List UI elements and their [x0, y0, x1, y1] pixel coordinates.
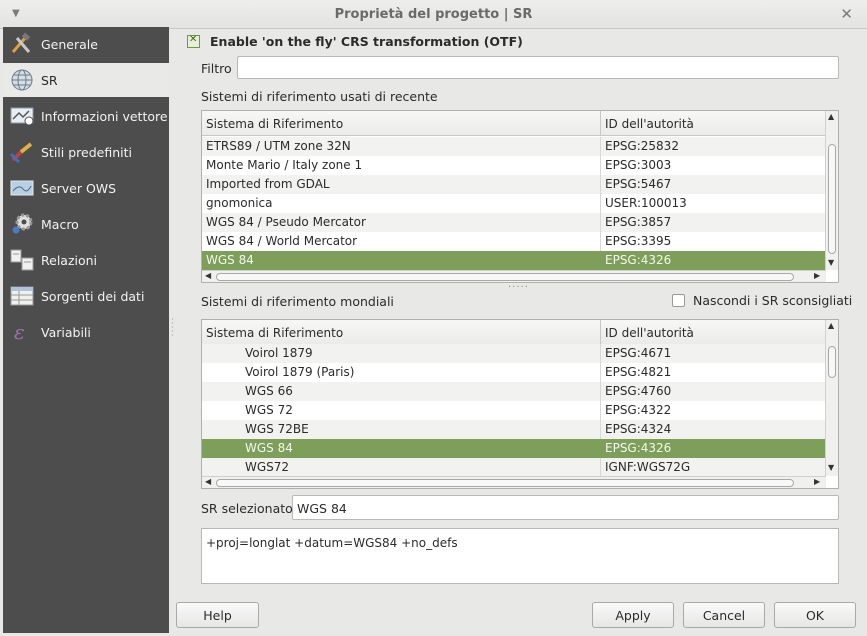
sidebar-item-stili-predefiniti[interactable]: Stili predefiniti	[3, 135, 169, 169]
table-row[interactable]: WGS 84 / Pseudo Mercator EPSG:3857	[202, 213, 826, 232]
gear-icon	[9, 212, 35, 236]
close-icon[interactable]: ✕	[840, 5, 853, 23]
recent-crs-table[interactable]: Sistema di Riferimento ID dell'autorità …	[201, 110, 839, 283]
recent-crs-title: Sistemi di riferimento usati di recente	[201, 89, 438, 104]
sidebar-item-label: Server OWS	[41, 180, 117, 196]
scrollbar-thumb[interactable]	[828, 144, 836, 254]
scroll-right-icon[interactable]: ▶	[814, 271, 820, 280]
sidebar-item-label: Relazioni	[41, 252, 98, 268]
sidebar-item-label: SR	[41, 72, 58, 88]
world-crs-table[interactable]: Sistema di Riferimento ID dell'autorità …	[201, 319, 839, 489]
column-header-authority[interactable]: ID dell'autorità	[605, 326, 694, 340]
scrollbar-thumb[interactable]	[828, 346, 836, 378]
map-info-icon	[9, 104, 35, 128]
table-row[interactable]: WGS72 IGNF:WGS72G	[202, 458, 826, 477]
sidebar-item-informazioni-vettore[interactable]: Informazioni vettore	[3, 99, 169, 133]
sidebar-item-sr[interactable]: SR	[3, 63, 169, 97]
table-row[interactable]: WGS 72BE EPSG:4324	[202, 420, 826, 439]
table-row[interactable]: Monte Mario / Italy zone 1 EPSG:3003	[202, 156, 826, 175]
ows-server-icon	[9, 176, 35, 200]
table-row[interactable]: ETRS89 / UTM zone 32N EPSG:25832	[202, 137, 826, 156]
selected-crs-label: SR selezionato:	[201, 501, 297, 516]
sidebar-item-label: Stili predefiniti	[41, 144, 132, 160]
scroll-up-icon[interactable]: ▲	[828, 321, 834, 330]
scroll-left-icon[interactable]: ◀	[205, 477, 211, 486]
column-header-crs[interactable]: Sistema di Riferimento	[206, 117, 343, 131]
window-title: Proprietà del progetto | SR	[334, 7, 533, 22]
world-crs-title: Sistemi di riferimento mondiali	[201, 294, 394, 309]
sidebar-item-generale[interactable]: Generale	[3, 27, 169, 61]
scrollbar-thumb[interactable]	[216, 273, 794, 281]
table-row[interactable]: WGS 66 EPSG:4760	[202, 382, 826, 401]
sidebar-item-server-ows[interactable]: Server OWS	[3, 171, 169, 205]
table-row[interactable]: Voirol 1879 EPSG:4671	[202, 344, 826, 363]
sidebar: Generale SR Informazioni vettore Stili p…	[3, 27, 169, 633]
scroll-right-icon[interactable]: ▶	[814, 477, 820, 486]
relations-icon	[9, 248, 35, 272]
horizontal-scrollbar[interactable]: ◀ ▶	[202, 476, 826, 488]
scroll-up-icon[interactable]: ▲	[828, 112, 834, 121]
horizontal-scrollbar[interactable]: ◀ ▶	[202, 270, 826, 282]
table-row[interactable]: Imported from GDAL EPSG:5467	[202, 175, 826, 194]
sidebar-item-label: Variabili	[41, 324, 91, 340]
scroll-down-icon[interactable]: ▼	[828, 463, 834, 472]
scroll-left-icon[interactable]: ◀	[205, 271, 211, 280]
proj-definition-text[interactable]: +proj=longlat +datum=WGS84 +no_defs	[201, 528, 839, 584]
paintbrush-icon	[9, 140, 35, 164]
table-row[interactable]: gnomonica USER:100013	[202, 194, 826, 213]
window-titlebar: ▼ Proprietà del progetto | SR ✕	[0, 0, 867, 29]
selected-crs-field[interactable]: WGS 84	[292, 495, 839, 520]
table-row[interactable]: WGS 72 EPSG:4322	[202, 401, 826, 420]
scroll-down-icon[interactable]: ▼	[828, 258, 834, 267]
sidebar-item-label: Generale	[41, 36, 98, 52]
scrollbar-thumb[interactable]	[216, 479, 794, 487]
sidebar-item-label: Sorgenti dei dati	[41, 288, 145, 304]
apply-button[interactable]: Apply	[592, 602, 674, 628]
table-header: Sistema di Riferimento ID dell'autorità	[202, 111, 826, 136]
svg-text:ε: ε	[14, 320, 25, 344]
table-header: Sistema di Riferimento ID dell'autorità	[202, 320, 826, 345]
vertical-scrollbar[interactable]: ▲ ▼	[825, 111, 838, 270]
column-header-crs[interactable]: Sistema di Riferimento	[206, 326, 343, 340]
table-row-selected[interactable]: WGS 84 EPSG:4326	[202, 251, 826, 270]
variables-icon: ε	[9, 320, 35, 344]
hide-deprecated-label: Nascondi i SR sconsigliati	[693, 293, 853, 308]
sidebar-item-macro[interactable]: Macro	[3, 207, 169, 241]
table-splitter-handle[interactable]: ·····	[508, 282, 529, 293]
table-icon	[9, 284, 35, 308]
cancel-button[interactable]: Cancel	[683, 602, 765, 628]
table-row-selected[interactable]: WGS 84 EPSG:4326	[202, 439, 826, 458]
sidebar-item-sorgenti-dei-dati[interactable]: Sorgenti dei dati	[3, 279, 169, 313]
sidebar-item-label: Informazioni vettore	[41, 108, 168, 124]
filter-label: Filtro	[201, 61, 232, 76]
filter-input[interactable]	[237, 56, 839, 79]
otf-checkbox[interactable]: Enable 'on the fly' CRS transformation (…	[187, 34, 523, 49]
sidebar-item-relazioni[interactable]: Relazioni	[3, 243, 169, 277]
table-row[interactable]: WGS 84 / World Mercator EPSG:3395	[202, 232, 826, 251]
hide-deprecated-checkbox[interactable]: Nascondi i SR sconsigliati	[672, 293, 852, 308]
tools-icon	[9, 32, 35, 56]
checkbox-checked-icon[interactable]	[187, 34, 200, 48]
checkbox-unchecked-icon[interactable]	[672, 294, 685, 307]
main-panel: Enable 'on the fly' CRS transformation (…	[175, 27, 867, 636]
vertical-scrollbar[interactable]: ▲ ▼	[825, 320, 838, 476]
help-button[interactable]: Help	[176, 602, 259, 628]
otf-label: Enable 'on the fly' CRS transformation (…	[210, 34, 523, 49]
sidebar-item-variabili[interactable]: ε Variabili	[3, 315, 169, 349]
ok-button[interactable]: OK	[774, 602, 856, 628]
globe-icon	[9, 68, 35, 92]
table-row[interactable]: Voirol 1879 (Paris) EPSG:4821	[202, 363, 826, 382]
column-header-authority[interactable]: ID dell'autorità	[605, 117, 694, 131]
sidebar-item-label: Macro	[41, 216, 79, 232]
